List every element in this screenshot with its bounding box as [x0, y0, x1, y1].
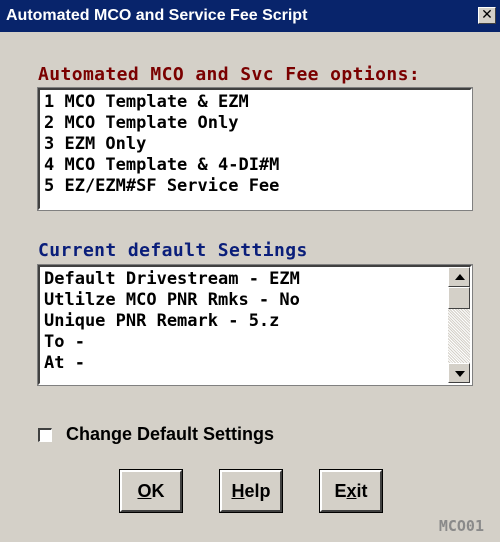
ok-mnemonic: O [137, 481, 152, 501]
option-item[interactable]: 4 MCO Template & 4-DI#M [44, 155, 470, 176]
settings-listbox[interactable]: Default Drivestream - EZM Utlilze MCO PN… [37, 264, 473, 386]
option-item[interactable]: 2 MCO Template Only [44, 113, 470, 134]
help-label-rest: elp [244, 481, 271, 501]
options-listbox[interactable]: 1 MCO Template & EZM 2 MCO Template Only… [37, 87, 473, 211]
change-default-settings-option[interactable]: Change Default Settings [38, 424, 274, 445]
close-icon: ✕ [481, 7, 493, 23]
option-item[interactable]: 3 EZM Only [44, 134, 470, 155]
settings-scrollbar[interactable] [448, 267, 470, 383]
setting-item[interactable]: Utlilze MCO PNR Rmks - No [44, 290, 470, 311]
option-item[interactable]: 5 EZ/EZM#SF Service Fee [44, 176, 470, 197]
setting-item[interactable]: At - [44, 353, 470, 374]
setting-item[interactable]: Default Drivestream - EZM [44, 269, 470, 290]
exit-label-pre: E [334, 481, 347, 501]
scroll-up-button[interactable] [448, 267, 470, 287]
exit-button[interactable]: Exit [319, 469, 383, 513]
close-button[interactable]: ✕ [478, 7, 496, 24]
scroll-thumb[interactable] [448, 287, 470, 309]
ok-label-rest: K [151, 481, 165, 501]
screen-id: MCO01 [438, 517, 484, 535]
option-item[interactable]: 1 MCO Template & EZM [44, 92, 470, 113]
setting-item[interactable]: Unique PNR Remark - 5.z [44, 311, 470, 332]
scroll-down-button[interactable] [448, 363, 470, 383]
arrow-up-icon [455, 274, 465, 280]
options-heading: Automated MCO and Svc Fee options: [38, 64, 421, 85]
arrow-down-icon [455, 371, 465, 377]
settings-heading: Current default Settings [38, 240, 308, 261]
window-title: Automated MCO and Service Fee Script [6, 7, 308, 24]
help-button[interactable]: Help [219, 469, 283, 513]
change-default-settings-label: Change Default Settings [66, 424, 275, 444]
exit-label-rest: it [356, 481, 368, 501]
ok-button[interactable]: OK [119, 469, 183, 513]
help-mnemonic: H [231, 481, 245, 501]
exit-mnemonic: x [346, 481, 357, 501]
change-default-settings-checkbox[interactable] [38, 427, 52, 442]
setting-item[interactable]: To - [44, 332, 470, 353]
title-bar: Automated MCO and Service Fee Script ✕ [0, 0, 500, 32]
